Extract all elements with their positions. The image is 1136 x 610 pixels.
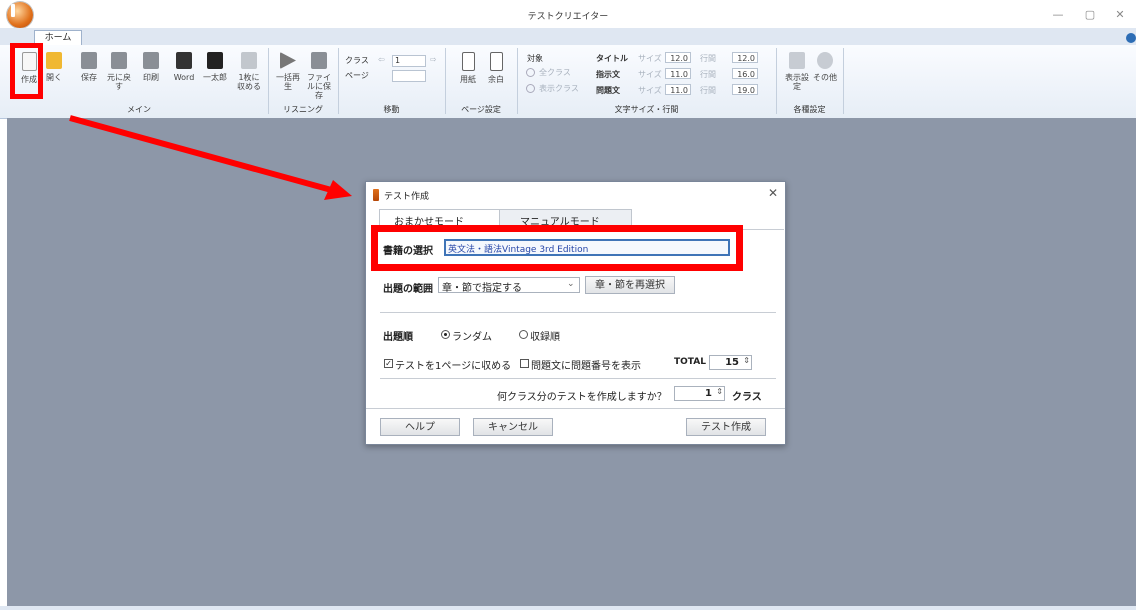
dialog-title: テスト作成 (384, 192, 430, 202)
highlight-box-new (10, 43, 43, 99)
test-create-dialog: テスト作成 ✕ おまかせモード マニュアルモード 書籍の選択 英文法・語法Vin… (365, 181, 786, 445)
footer-divider (366, 408, 785, 409)
order-label: 出題順 (383, 332, 413, 343)
show-numbers-checkbox[interactable] (520, 359, 529, 368)
order-random-radio[interactable] (441, 330, 450, 339)
chevron-down-icon: ⌄ (567, 279, 575, 289)
dialog-app-icon (373, 189, 379, 201)
range-select[interactable]: 章・節で指定する ⌄ (438, 277, 580, 294)
range-label: 出題の範囲 (383, 284, 433, 295)
help-button[interactable]: ヘルプ (380, 418, 460, 436)
total-label: TOTAL (674, 357, 706, 367)
radio-selected-dot (444, 333, 447, 336)
classes-value: 1 (705, 388, 712, 399)
classes-question: 何クラス分のテストを作成しますか？ (497, 392, 667, 403)
order-random-label: ランダム (452, 332, 492, 343)
reselect-chapter-button[interactable]: 章・節を再選択 (585, 276, 675, 294)
spinner-arrows-icon: ⇕ (743, 356, 750, 365)
classes-spinner[interactable]: 1 ⇕ (674, 386, 725, 401)
status-bar (0, 606, 1136, 610)
spinner-arrows-icon: ⇕ (716, 387, 723, 396)
order-listed-radio[interactable] (519, 330, 528, 339)
total-spinner[interactable]: 15 ⇕ (709, 355, 752, 370)
section-divider (380, 378, 776, 379)
highlight-box-book (371, 225, 743, 271)
cancel-button[interactable]: キャンセル (473, 418, 553, 436)
range-select-value: 章・節で指定する (442, 283, 522, 294)
show-numbers-label: 問題文に問題番号を表示 (531, 361, 641, 372)
fit-one-page-checkbox[interactable]: ✓ (384, 359, 393, 368)
fit-one-page-label: テストを1ページに収める (395, 361, 512, 372)
order-listed-label: 収録順 (530, 332, 560, 343)
create-test-button[interactable]: テスト作成 (686, 418, 766, 436)
total-value: 15 (725, 357, 739, 368)
section-divider (380, 312, 776, 313)
dialog-close-button[interactable]: ✕ (768, 186, 778, 200)
classes-unit: クラス (732, 392, 762, 403)
